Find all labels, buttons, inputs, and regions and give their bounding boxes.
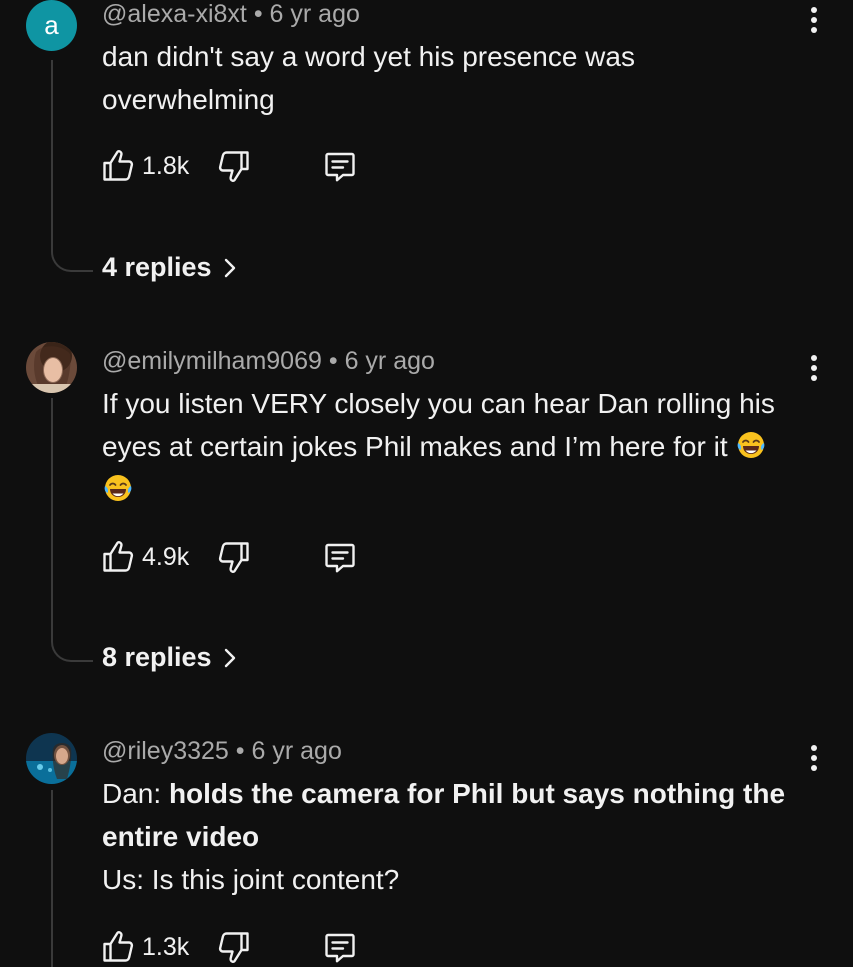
face-with-tears-of-joy-icon: [735, 429, 767, 461]
reply-button[interactable]: [322, 146, 358, 186]
dislike-button[interactable]: [216, 146, 252, 186]
reply-button[interactable]: [322, 927, 358, 967]
reply-button[interactable]: [322, 537, 358, 577]
comment-age: 6 yr ago: [344, 347, 435, 375]
like-button[interactable]: 4.9k: [100, 537, 189, 577]
comment-age: 6 yr ago: [269, 0, 360, 28]
chevron-right-icon: [224, 258, 235, 277]
like-count: 1.8k: [142, 151, 190, 180]
view-replies-button[interactable]: 4 replies: [102, 252, 238, 283]
more-vertical-icon[interactable]: [800, 0, 828, 40]
thumbs-down-icon: [216, 539, 252, 575]
comment-text: dan didn't say a word yet his presence w…: [102, 41, 635, 115]
more-vertical-icon[interactable]: [800, 348, 828, 388]
comment-author[interactable]: @emilymilham9069: [102, 347, 322, 375]
comment-text-line2: Us: Is this joint content?: [102, 864, 400, 895]
avatar[interactable]: a: [26, 0, 77, 51]
dislike-button[interactable]: [216, 537, 252, 577]
replies-label: 8 replies: [102, 642, 212, 672]
thread-line: [51, 398, 53, 638]
meta-separator: •: [235, 737, 245, 765]
avatar[interactable]: [26, 342, 77, 393]
comment-text: Dan: holds the camera for Phil but says …: [102, 772, 802, 901]
more-vertical-icon[interactable]: [800, 738, 828, 778]
like-count: 1.3k: [142, 932, 190, 961]
comment-meta: @emilymilham9069 • 6 yr ago: [102, 347, 435, 376]
comment-reply-icon: [322, 539, 358, 575]
comment-age: 6 yr ago: [251, 737, 342, 765]
thumbs-up-icon: [100, 539, 136, 575]
comment-reply-icon: [322, 929, 358, 965]
thumbs-down-icon: [216, 929, 252, 965]
like-button[interactable]: 1.8k: [100, 146, 189, 186]
comment-reply-icon: [322, 148, 358, 184]
comment-author[interactable]: @riley3325: [102, 737, 229, 765]
comment-text-bold: holds the camera for Phil but says nothi…: [102, 778, 786, 852]
chevron-right-icon: [224, 648, 235, 667]
avatar[interactable]: [26, 733, 77, 784]
thumbs-up-icon: [100, 148, 136, 184]
like-button[interactable]: 1.3k: [100, 927, 189, 967]
view-replies-button[interactable]: 8 replies: [102, 642, 238, 673]
thumbs-down-icon: [216, 148, 252, 184]
dislike-button[interactable]: [216, 927, 252, 967]
thread-curve: [51, 248, 93, 272]
comment-author[interactable]: @alexa-xi8xt: [102, 0, 247, 28]
comment-meta: @riley3325 • 6 yr ago: [102, 737, 342, 766]
avatar-letter: a: [44, 10, 59, 40]
comment-text-content: If you listen VERY closely you can hear …: [102, 388, 775, 462]
replies-label: 4 replies: [102, 252, 212, 282]
like-count: 4.9k: [142, 542, 190, 571]
comment-text: If you listen VERY closely you can hear …: [102, 382, 802, 511]
comment-meta: @alexa-xi8xt • 6 yr ago: [102, 0, 360, 29]
meta-separator: •: [328, 347, 338, 375]
thread-line: [51, 790, 53, 967]
meta-separator: •: [253, 0, 263, 28]
comment-text-prefix: Dan:: [102, 778, 169, 809]
thread-curve: [51, 638, 93, 662]
thumbs-up-icon: [100, 929, 136, 965]
face-with-tears-of-joy-icon: [102, 472, 134, 504]
thread-line: [51, 60, 53, 248]
